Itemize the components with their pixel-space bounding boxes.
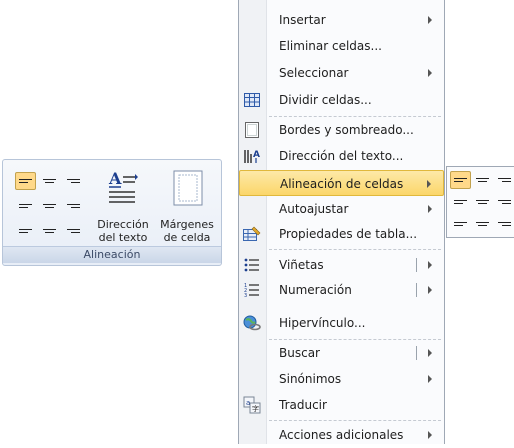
menu-item-direccion-texto[interactable]: A Dirección del texto... [239,143,444,169]
split-cells-icon [243,91,261,109]
bullets-icon [243,256,261,274]
cell-margins-icon [173,170,203,206]
menu-item-eliminar-celdas[interactable]: Eliminar celdas... [239,33,444,59]
submenu-align-bottom-center-button[interactable] [472,215,493,233]
submenu-align-top-left-button[interactable] [450,171,471,189]
menu-item-label: Autoajustar [279,202,349,216]
text-direction-icon: A [108,170,138,203]
submenu-arrow-icon[interactable] [428,286,432,294]
svg-text:A: A [108,170,122,188]
submenu-arrow-icon [427,180,431,188]
menu-item-label: Sinónimos [279,372,342,386]
group-caption: Alineación [3,246,221,263]
menu-item-sinonimos[interactable]: Sinónimos [239,366,444,392]
submenu-arrow-icon [428,69,432,77]
align-middle-center-button[interactable] [39,197,60,215]
align-top-right-button[interactable] [63,172,84,190]
menu-separator [269,249,441,250]
submenu-align-top-right-button[interactable] [494,171,514,189]
menu-item-label: Bordes y sombreado... [279,123,414,137]
menu-item-label: Viñetas [279,258,324,272]
menu-item-numeracion[interactable]: 1 2 3 Numeración [239,277,444,303]
menu-item-dividir-celdas[interactable]: Dividir celdas... [239,87,444,113]
hyperlink-icon [243,314,261,332]
submenu-arrow-icon [428,431,432,439]
align-middle-left-button[interactable] [15,197,36,215]
menu-item-alineacion-celdas[interactable]: Alineación de celdas [239,170,444,196]
submenu-align-bottom-right-button[interactable] [494,215,514,233]
submenu-arrow-icon [428,205,432,213]
borders-icon [243,121,261,139]
menu-item-label: Insertar [279,13,326,27]
submenu-align-middle-center-button[interactable] [472,193,493,211]
align-top-center-button[interactable] [39,172,60,190]
menu-separator [269,420,441,421]
submenu-arrow-icon [428,375,432,383]
menu-item-label: Dividir celdas... [279,93,372,107]
submenu-arrow-icon [428,16,432,24]
align-middle-right-button[interactable] [63,197,84,215]
menu-item-label: Eliminar celdas... [279,39,382,53]
submenu-arrow-icon[interactable] [428,261,432,269]
menu-item-label: Seleccionar [279,66,349,80]
text-direction-label: Dirección del texto [97,218,149,244]
submenu-align-top-center-button[interactable] [472,171,493,189]
menu-item-vinetas[interactable]: Viñetas [239,252,444,278]
submenu-align-middle-left-button[interactable] [450,193,471,211]
svg-text:3: 3 [244,293,247,298]
table-properties-icon [243,225,261,243]
split-divider [416,283,417,297]
menu-item-label: Hipervínculo... [279,316,366,330]
menu-item-label: Buscar [279,346,320,360]
menu-item-acciones-adicionales[interactable]: Acciones adicionales [239,422,444,448]
submenu-arrow-icon[interactable] [428,349,432,357]
menu-item-label: Dirección del texto... [279,149,404,163]
menu-item-buscar[interactable]: Buscar [239,340,444,366]
split-divider [416,346,417,360]
menu-item-label: Acciones adicionales [279,428,404,442]
menu-item-label: Propiedades de tabla... [279,227,418,241]
menu-item-bordes-sombreado[interactable]: Bordes y sombreado... [239,117,444,143]
cell-margins-button[interactable]: Márgenes de celda [155,168,219,246]
svg-text:字: 字 [252,404,259,413]
menu-item-traducir[interactable]: a 字 Traducir [239,392,444,418]
split-divider [416,258,417,272]
cell-alignment-submenu [446,166,514,238]
menu-item-label: Numeración [279,283,352,297]
align-bottom-center-button[interactable] [39,222,60,240]
align-top-left-button[interactable] [15,172,36,190]
submenu-align-bottom-left-button[interactable] [450,215,471,233]
cell-margins-label: Márgenes de celda [160,218,214,244]
menu-item-label: Alineación de celdas [280,177,404,191]
numbering-icon: 1 2 3 [243,281,261,299]
submenu-align-middle-right-button[interactable] [494,193,514,211]
align-bottom-right-button[interactable] [63,222,84,240]
context-menu: Insertar Eliminar celdas... Seleccionar … [238,0,445,444]
ribbon-group-alineacion: A Dirección del texto Márgenes de celda … [2,159,222,266]
text-direction-icon: A [243,147,261,165]
menu-item-hipervinculo[interactable]: Hipervínculo... [239,310,444,336]
text-direction-button[interactable]: A Dirección del texto [91,168,155,246]
align-bottom-left-button[interactable] [15,222,36,240]
menu-item-insertar[interactable]: Insertar [239,7,444,33]
menu-item-label: Traducir [279,398,327,412]
menu-item-seleccionar[interactable]: Seleccionar [239,60,444,86]
menu-item-autoajustar[interactable]: Autoajustar [239,196,444,222]
translate-icon: a 字 [243,396,261,414]
menu-item-propiedades-tabla[interactable]: Propiedades de tabla... [239,221,444,247]
